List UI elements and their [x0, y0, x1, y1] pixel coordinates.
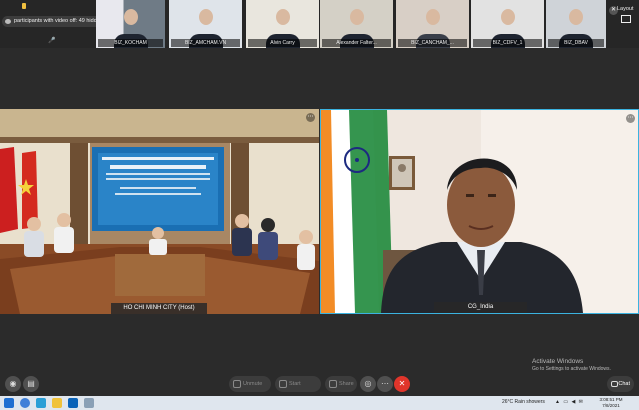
chat-icon — [611, 381, 618, 387]
participant-name: Alvin Carry — [248, 39, 317, 47]
participant-thumb-cdfv[interactable]: BIZ_CDFV_1 — [471, 0, 544, 48]
video-tile-name: CG_India — [434, 302, 527, 313]
end-call-button[interactable]: ✕ — [394, 376, 410, 392]
chat-label: Chat — [618, 381, 630, 387]
file-explorer-icon[interactable] — [52, 398, 62, 408]
conference-room-video — [0, 109, 319, 314]
clock-date: 7/8/2021 — [602, 403, 620, 408]
video-tile-hcmc[interactable]: ⋯ HO CHI MINH CITY (Host) — [0, 109, 319, 314]
avatar — [349, 9, 364, 25]
participant-name: Alexander Falter... — [322, 39, 391, 47]
participant-thumb-cancham[interactable]: BIZ_CANCHAM_... — [396, 0, 469, 48]
windows-taskbar: 26°C Rain showers ▲ ▭ ◀ ✉ 3:08:51 PM 7/8… — [0, 396, 639, 410]
participant-name: BIZ_AMCHAM.VN — [171, 39, 240, 47]
share-button[interactable]: Share — [325, 376, 357, 392]
unmute-button[interactable]: Unmute — [229, 376, 271, 392]
avatar — [123, 9, 138, 25]
hidden-participants-label: participants with video off: 49 hidden — [14, 18, 103, 24]
camera-icon — [279, 380, 287, 388]
app-icon[interactable] — [84, 398, 94, 408]
avatar — [569, 9, 583, 25]
system-tray-icons[interactable]: ▲ ▭ ◀ ✉ — [555, 399, 584, 405]
more-icon[interactable]: ⋯ — [377, 376, 393, 392]
share-label: Share — [339, 381, 354, 387]
participant-name: BIZ_KOCHAM — [98, 39, 163, 47]
participant-thumb-amcham[interactable]: BIZ_AMCHAM.VN — [169, 0, 242, 48]
unmute-label: Unmute — [243, 381, 263, 387]
participant-thumb-alexander[interactable]: Alexander Falter... — [320, 0, 393, 48]
speaker-video — [321, 110, 638, 313]
activate-windows-watermark: Activate Windows Go to Settings to activ… — [532, 358, 611, 372]
more-options-icon[interactable]: ⋯ — [306, 113, 315, 122]
participant-thumb-dbav[interactable]: BIZ_DBAV — [546, 0, 606, 48]
participant-name: BIZ_DBAV — [548, 39, 604, 47]
search-icon[interactable] — [20, 398, 30, 408]
more-options-icon[interactable]: ⋯ — [626, 114, 635, 123]
participant-filmstrip: participants with video off: 49 hidden 🎤… — [0, 0, 639, 48]
layout-icon[interactable] — [621, 15, 631, 23]
webex-icon[interactable] — [68, 398, 78, 408]
layout-button[interactable]: Layout — [617, 6, 634, 12]
participant-thumb-alvin[interactable]: Alvin Carry — [246, 0, 319, 48]
watermark-title: Activate Windows — [532, 358, 584, 365]
weather-widget[interactable]: 26°C Rain showers — [502, 399, 545, 405]
security-icon[interactable]: ◉ — [5, 376, 21, 392]
windows-start-icon[interactable] — [4, 398, 14, 408]
microphone-icon — [233, 380, 241, 388]
video-tile-cg-india[interactable]: ⋯ CG_India — [320, 109, 639, 314]
participant-thumb-kocham[interactable]: BIZ_KOCHAM — [96, 0, 165, 48]
participant-name: BIZ_CANCHAM_... — [398, 39, 467, 47]
participant-name: BIZ_CDFV_1 — [473, 39, 542, 47]
share-icon — [329, 380, 337, 388]
avatar — [198, 9, 213, 25]
avatar — [425, 9, 440, 25]
avatar — [500, 9, 515, 25]
video-tile-name: HO CHI MINH CITY (Host) — [111, 303, 207, 314]
participants-icon — [5, 19, 11, 24]
edge-icon[interactable] — [36, 398, 46, 408]
hidden-participants-button[interactable]: participants with video off: 49 hidden — [2, 16, 107, 27]
taskbar-clock[interactable]: 3:08:51 PM 7/8/2021 — [598, 397, 624, 409]
watermark-subtitle: Go to Settings to activate Windows. — [532, 366, 611, 372]
start-video-button[interactable]: Start video — [275, 376, 321, 403]
avatar — [275, 9, 290, 25]
mic-icon: 🎤 — [48, 38, 56, 44]
chat-button[interactable]: Chat — [607, 376, 634, 392]
pin-icon — [22, 3, 26, 9]
record-icon[interactable]: ◎ — [360, 376, 376, 392]
captions-icon[interactable]: ▤ — [23, 376, 39, 392]
